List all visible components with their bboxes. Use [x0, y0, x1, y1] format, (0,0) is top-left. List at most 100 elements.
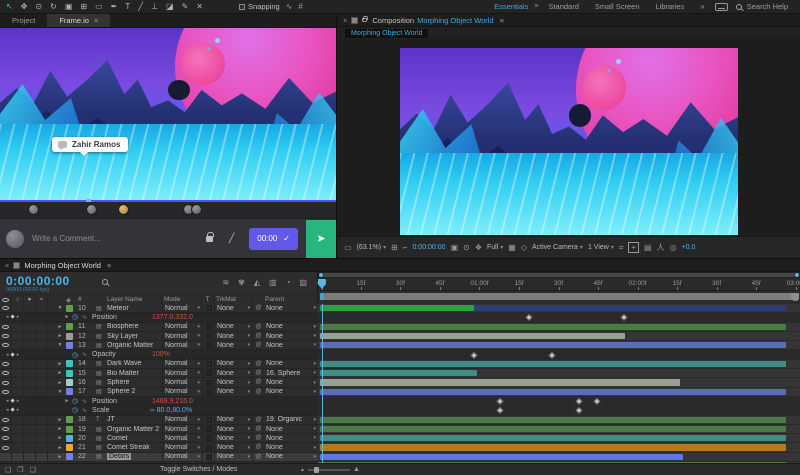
- composition-viewer[interactable]: [338, 39, 800, 236]
- layer-duration-bar[interactable]: [318, 452, 800, 463]
- lock-cell[interactable]: [36, 424, 48, 434]
- layer-name[interactable]: Meteor: [107, 305, 162, 312]
- type-tool-icon[interactable]: T: [125, 2, 130, 11]
- mode-dropdown[interactable]: Normal ▾: [162, 378, 202, 387]
- keyframe-track[interactable]: [318, 396, 800, 407]
- visibility-eye-icon[interactable]: [2, 380, 9, 385]
- trkmat-toggle-cell[interactable]: [202, 322, 214, 331]
- expand-arrow-icon[interactable]: ►: [54, 361, 66, 367]
- keyframe-diamond[interactable]: [549, 351, 556, 358]
- audio-cell[interactable]: [12, 331, 24, 341]
- layer-name[interactable]: Debirs: [107, 453, 162, 461]
- audio-cell[interactable]: [12, 415, 24, 424]
- mode-dropdown[interactable]: Normal ▾: [162, 424, 202, 434]
- parent-pick-whip-icon[interactable]: @: [252, 304, 264, 313]
- mode-dropdown[interactable]: Normal ▾: [162, 434, 202, 443]
- lock-cell[interactable]: [36, 415, 48, 424]
- trkmat-toggle-cell[interactable]: [202, 415, 214, 424]
- mode-dropdown[interactable]: Normal ▾: [162, 331, 202, 341]
- label-color-swatch[interactable]: [66, 360, 73, 368]
- view-layout-dropdown[interactable]: 1 View ▾: [588, 244, 614, 251]
- solo-cell[interactable]: [24, 434, 36, 443]
- label-color-swatch[interactable]: [66, 379, 73, 387]
- commenter-avatar[interactable]: [191, 204, 202, 215]
- solo-cell[interactable]: [24, 369, 36, 378]
- stopwatch-icon[interactable]: ◷: [72, 313, 82, 321]
- parent-pick-whip-icon[interactable]: @: [252, 331, 264, 341]
- trkmat-toggle-cell[interactable]: [202, 341, 214, 350]
- clone-stamp-tool-icon[interactable]: ⊥: [151, 2, 158, 11]
- property-name[interactable]: Position: [92, 314, 117, 321]
- trkmat-dropdown[interactable]: None ▾: [214, 378, 252, 387]
- property-expand-arrow[interactable]: ►: [62, 314, 72, 320]
- mode-column-header[interactable]: Mode: [161, 295, 201, 304]
- keyframe-track[interactable]: [318, 350, 800, 360]
- layer-row[interactable]: ▼ 17 ▤ Sphere 2 Normal ▾ None ▾ @ None ▾: [0, 387, 800, 397]
- layer-row[interactable]: ► 14 ▤ Dark Wave Normal ▾ None ▾ @ None ▾: [0, 359, 800, 370]
- trkmat-toggle-cell[interactable]: [202, 424, 214, 434]
- commenter-avatar[interactable]: [86, 204, 97, 215]
- trkmat-dropdown[interactable]: None ▾: [214, 304, 252, 313]
- lock-cell[interactable]: [36, 341, 48, 350]
- trkmat-dropdown[interactable]: None ▾: [214, 359, 252, 369]
- timestamp-toggle-button[interactable]: 00:00 ✓: [249, 227, 298, 250]
- layer-row[interactable]: ► 19 ▤ Organic Matter 2 Normal ▾ None ▾ @ …: [0, 424, 800, 435]
- property-row[interactable]: ◂ ◆ ▸ ► ◷ ∿ Position 1469.9,216.0: [0, 396, 800, 407]
- trkmat-dropdown[interactable]: None ▾: [214, 387, 252, 396]
- work-area-start-handle[interactable]: [319, 293, 324, 300]
- snap-to-grid-icon[interactable]: #: [298, 2, 302, 11]
- audio-cell[interactable]: [12, 341, 24, 350]
- panel-menu-icon[interactable]: ≡: [500, 16, 504, 25]
- trkmat-dropdown[interactable]: None ▾: [214, 434, 252, 443]
- label-color-swatch[interactable]: [66, 332, 73, 340]
- layer-row[interactable]: ► 18 T JT Normal ▾ None ▾ @ 19. Organic ▾: [0, 415, 800, 425]
- lock-cell[interactable]: [36, 304, 48, 313]
- stopwatch-icon[interactable]: ◷: [72, 406, 82, 414]
- expand-inout-icon[interactable]: ❑: [30, 466, 36, 474]
- safe-margins-icon[interactable]: ⊞: [391, 243, 398, 252]
- layer-duration-bar[interactable]: [318, 434, 800, 444]
- layer-name[interactable]: Sphere: [107, 379, 162, 386]
- time-ruler[interactable]: 00f15f30f45f01:00f15f30f45f02:00f15f30f4…: [317, 278, 800, 291]
- layer-name[interactable]: Comet Streak: [107, 444, 162, 451]
- parent-dropdown[interactable]: None ▾: [264, 378, 318, 386]
- layer-name[interactable]: Organic Matter: [107, 342, 162, 349]
- magnification-dropdown[interactable]: (63.1%) ▾: [357, 244, 387, 251]
- rotation-tool-icon[interactable]: ↻: [50, 2, 57, 11]
- annotate-brush-icon[interactable]: ╱: [229, 233, 234, 244]
- commenter-avatar[interactable]: [28, 204, 39, 215]
- layer-duration-bar[interactable]: [318, 341, 800, 351]
- mode-dropdown[interactable]: Normal ▾: [162, 304, 202, 313]
- mode-dropdown[interactable]: Normal ▾: [162, 322, 202, 331]
- property-name[interactable]: Position: [92, 398, 117, 405]
- parent-dropdown[interactable]: None ▾: [264, 453, 318, 461]
- keyframe-track[interactable]: [318, 406, 800, 416]
- property-row[interactable]: ◂ ◆ ▸ ◷ ∿ Opacity 100%: [0, 350, 800, 360]
- solo-cell[interactable]: [24, 359, 36, 369]
- audio-cell[interactable]: [12, 424, 24, 434]
- property-row[interactable]: ◂ ◆ ▸ ◷ ∿ Scale ∞ 80.0,80.0%: [0, 406, 800, 416]
- label-color-swatch[interactable]: [66, 434, 73, 442]
- pixel-aspect-icon[interactable]: ▤: [644, 243, 652, 252]
- visibility-eye-icon[interactable]: [2, 389, 9, 394]
- trkmat-dropdown[interactable]: None ▾: [214, 322, 252, 331]
- audio-cell[interactable]: [12, 359, 24, 369]
- close-panel-icon[interactable]: ×: [343, 16, 347, 25]
- lock-cell[interactable]: [36, 359, 48, 369]
- lock-icon[interactable]: [205, 231, 214, 242]
- comp-marker-button[interactable]: [792, 293, 799, 301]
- layer-duration-bar[interactable]: [318, 415, 800, 425]
- parent-dropdown[interactable]: None ▾: [264, 434, 318, 442]
- parent-pick-whip-icon[interactable]: @: [252, 434, 264, 443]
- solo-cell[interactable]: [24, 331, 36, 341]
- audio-cell[interactable]: [12, 304, 24, 313]
- layer-row[interactable]: ► 12 ▤ Sky Layer Normal ▾ None ▾ @ None ▾: [0, 331, 800, 342]
- trkmat-toggle-cell[interactable]: [202, 378, 214, 387]
- label-color-swatch[interactable]: [66, 388, 73, 396]
- parent-pick-whip-icon[interactable]: @: [252, 452, 264, 462]
- keyframe-diamond[interactable]: [497, 397, 504, 405]
- solo-cell[interactable]: [24, 378, 36, 387]
- keyframe-diamond[interactable]: [470, 351, 478, 358]
- puppet-pin-tool-icon[interactable]: ✕: [196, 2, 203, 11]
- mode-dropdown[interactable]: Normal ▾: [162, 341, 202, 350]
